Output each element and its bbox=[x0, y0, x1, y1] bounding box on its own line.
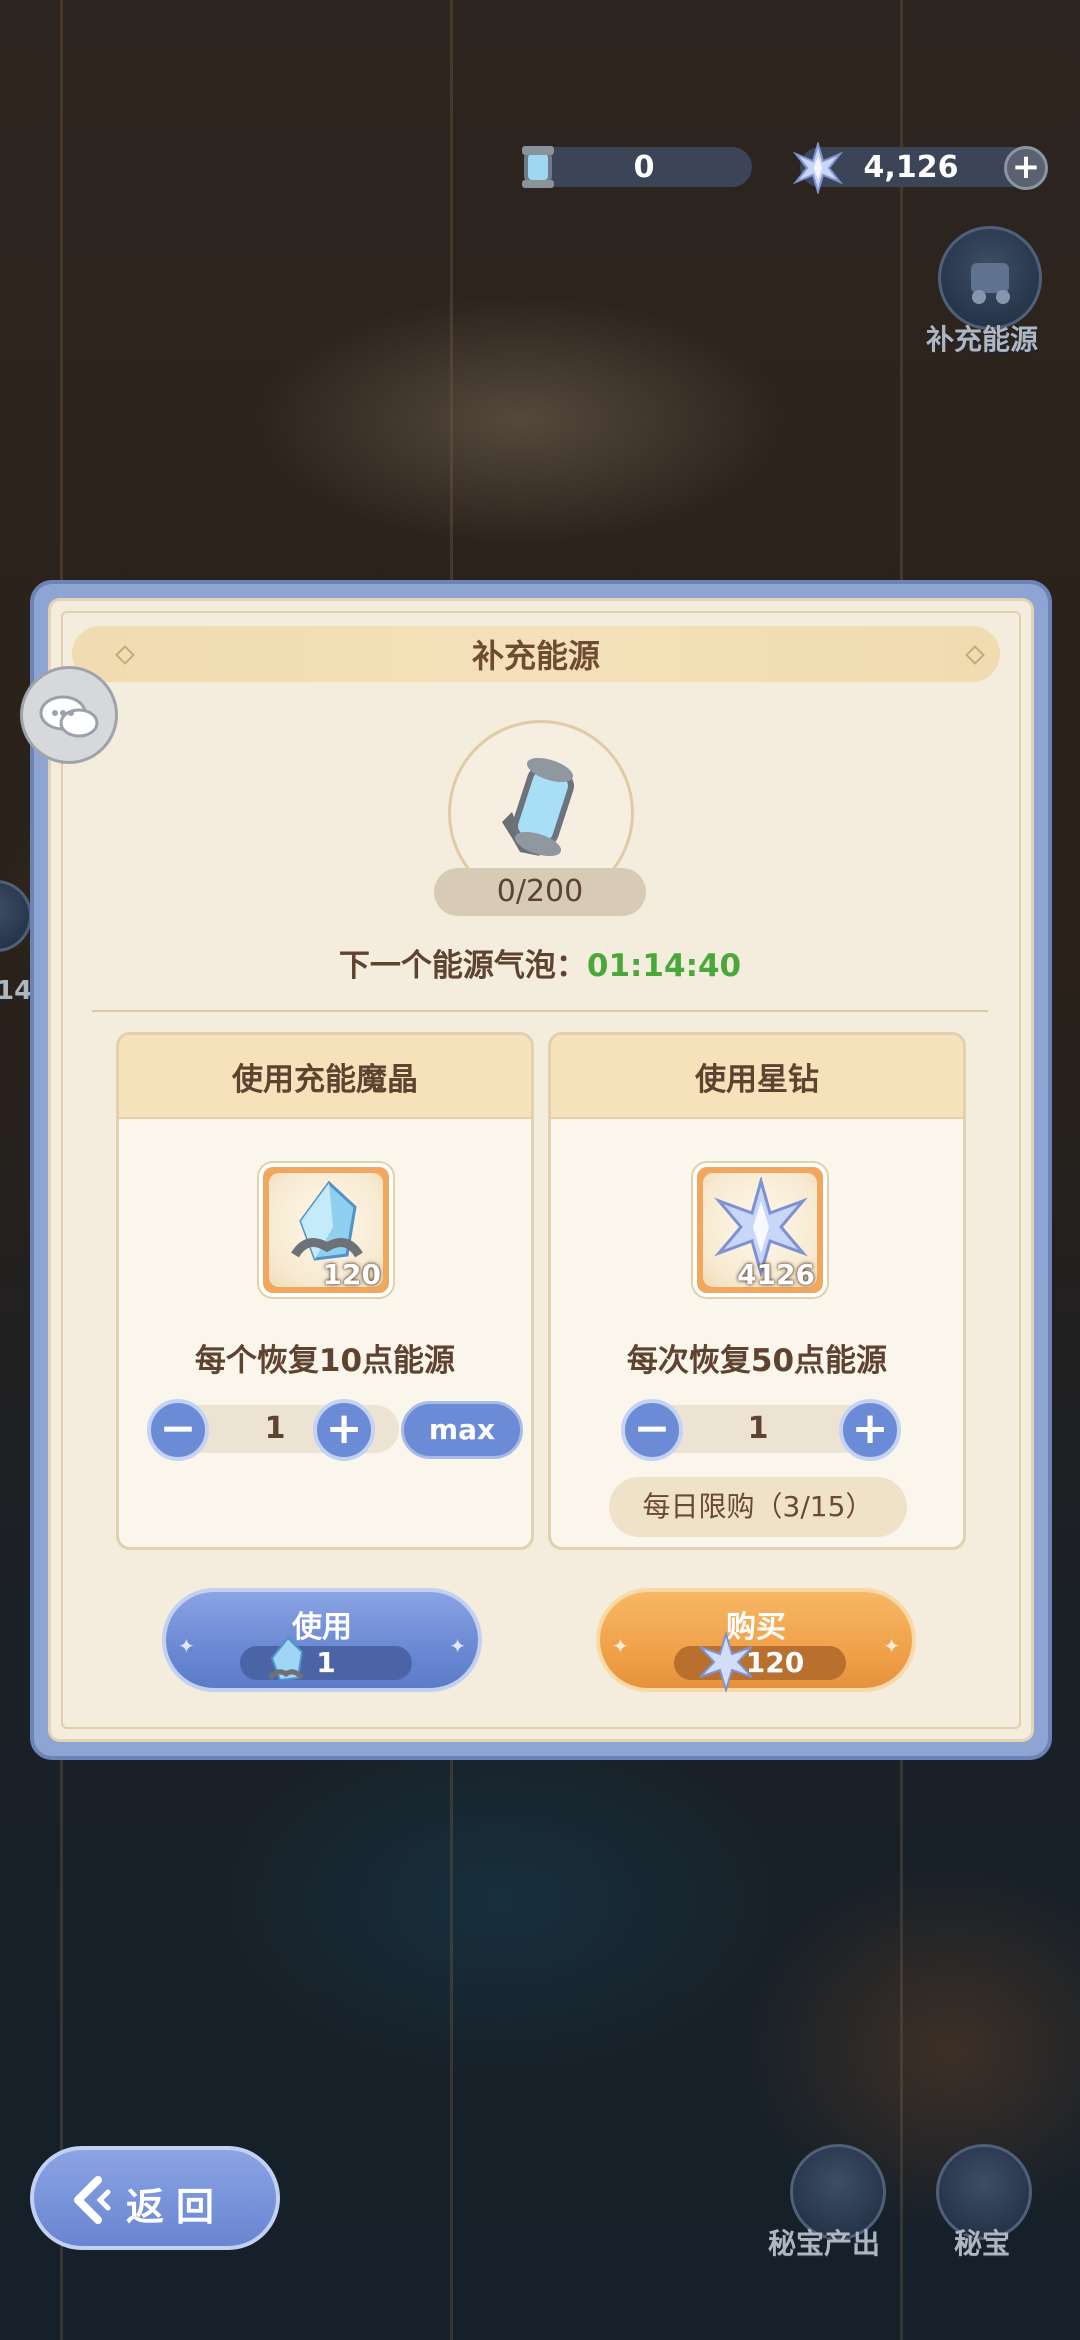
buy-button[interactable]: ✦ ✦ 购买 120 bbox=[596, 1588, 916, 1692]
star-diamond-amount: 4,126 bbox=[863, 149, 959, 185]
energy-truck-icon bbox=[971, 263, 1010, 304]
diamond-card-title: 使用星钻 bbox=[695, 1061, 819, 1098]
treasure-output-map-label: 秘宝产出 bbox=[768, 2227, 881, 2260]
minus-icon: − bbox=[159, 1403, 197, 1454]
crystal-card-title: 使用充能魔晶 bbox=[232, 1061, 418, 1098]
plus-icon: + bbox=[325, 1403, 363, 1454]
diamond-recover-text: 每次恢复50点能源 bbox=[626, 1343, 888, 1379]
diamond-plus-button[interactable]: + bbox=[839, 1399, 901, 1461]
plus-icon: + bbox=[1011, 147, 1041, 187]
crystal-icon bbox=[268, 1636, 304, 1682]
use-button[interactable]: ✦ ✦ 使用 1 bbox=[162, 1588, 482, 1692]
back-button-label: 返回 bbox=[126, 2185, 227, 2229]
crystal-quantity: 120 bbox=[322, 1258, 381, 1291]
treasure-map-label: 秘宝 bbox=[954, 2227, 1011, 2260]
buy-button-label: 购买 bbox=[726, 1610, 786, 1645]
chat-button[interactable] bbox=[20, 666, 118, 764]
add-star-diamond-button[interactable]: + bbox=[1004, 146, 1048, 190]
back-button[interactable]: 返回 bbox=[30, 2146, 280, 2250]
energy-count: 0/200 bbox=[434, 868, 646, 916]
use-crystal-card: 使用充能魔晶 120 每个恢复10点能源 − 1 + max bbox=[116, 1032, 534, 1550]
energy-canister-large-icon bbox=[502, 757, 574, 857]
star-diamond-icon bbox=[792, 142, 844, 194]
use-cost-value: 1 bbox=[316, 1646, 336, 1679]
refill-energy-map-label: 补充能源 bbox=[926, 323, 1039, 356]
use-star-diamond-card: 使用星钻 4126 每次恢复50点能源 − 1 + 每日限购（3/15） bbox=[548, 1032, 966, 1550]
section-divider bbox=[92, 1010, 988, 1012]
star-diamond-quantity: 4126 bbox=[737, 1258, 815, 1291]
next-bubble-timer: 01:14:40 bbox=[586, 948, 742, 984]
crystal-plus-button[interactable]: + bbox=[313, 1399, 375, 1461]
dialog-title: 补充能源 bbox=[471, 637, 600, 675]
crystal-recover-text: 每个恢复10点能源 bbox=[194, 1343, 456, 1379]
refill-energy-map-button[interactable] bbox=[938, 226, 1042, 330]
plus-icon: + bbox=[851, 1403, 889, 1454]
use-button-label: 使用 bbox=[292, 1610, 352, 1645]
minus-icon: − bbox=[633, 1403, 671, 1454]
energy-canister-icon bbox=[522, 146, 554, 188]
daily-limit-badge: 每日限购（3/15） bbox=[609, 1477, 907, 1537]
energy-amount: 0 bbox=[633, 149, 655, 185]
crystal-card-header: 使用充能魔晶 bbox=[119, 1035, 531, 1119]
chat-icon bbox=[39, 695, 99, 738]
diamond-minus-button[interactable]: − bbox=[621, 1399, 683, 1461]
next-bubble-row: 下一个能源气泡：01:14:40 bbox=[0, 940, 1080, 985]
energy-counter: 0 bbox=[536, 147, 752, 187]
back-arrow-icon bbox=[74, 2176, 111, 2224]
diamond-quantity-value: 1 bbox=[747, 1411, 769, 1446]
next-bubble-label: 下一个能源气泡： bbox=[338, 948, 587, 984]
star-diamond-item-tile[interactable]: 4126 bbox=[693, 1163, 827, 1297]
star-diamond-icon bbox=[699, 1632, 753, 1692]
crystal-minus-button[interactable]: − bbox=[147, 1399, 209, 1461]
crystal-item-tile[interactable]: 120 bbox=[259, 1163, 393, 1297]
crystal-max-button[interactable]: max bbox=[401, 1401, 523, 1459]
max-label: max bbox=[428, 1413, 496, 1446]
dialog-title-bar: 补充能源 bbox=[72, 626, 1000, 682]
diamond-card-header: 使用星钻 bbox=[551, 1035, 963, 1119]
